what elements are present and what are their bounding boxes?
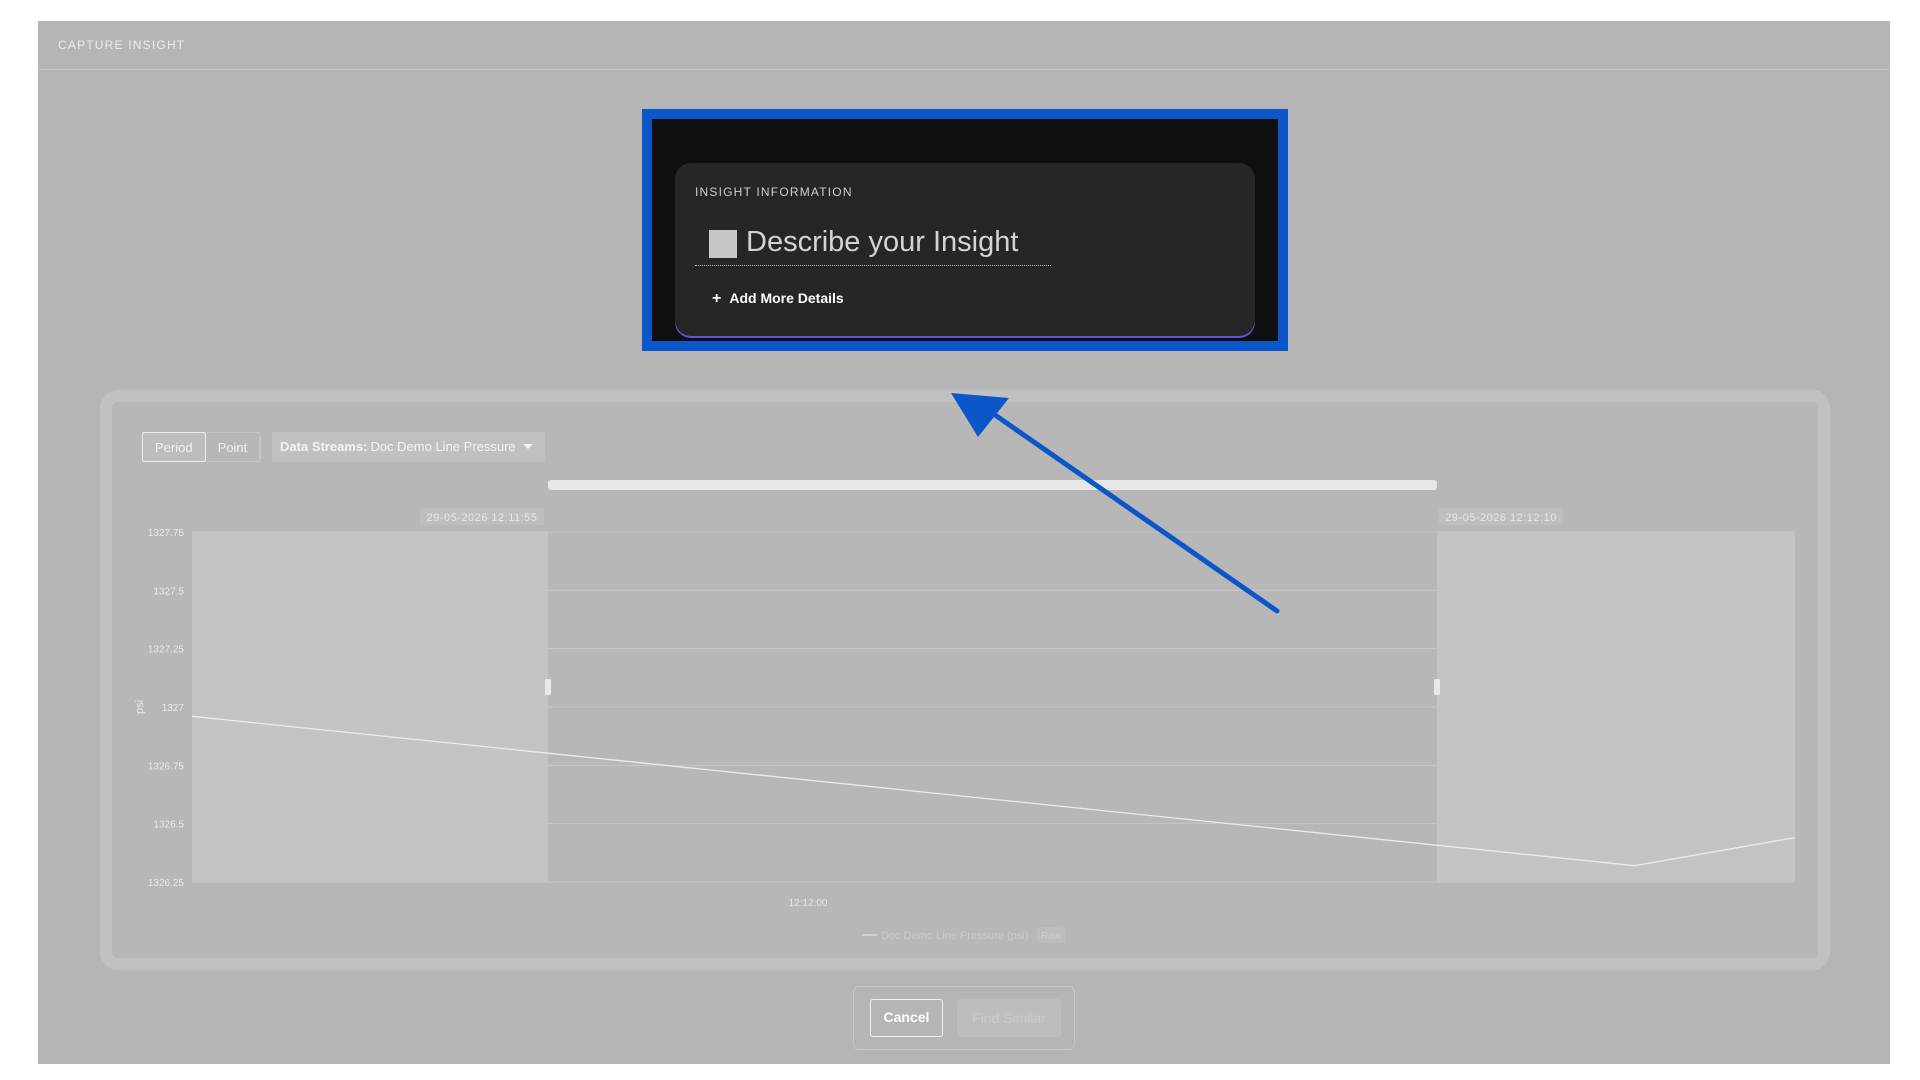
y-tick-label: 1326.75	[148, 761, 185, 772]
legend-series-label: Doc Demo Line Pressure (psi)	[881, 930, 1028, 942]
y-tick-label: 1327	[162, 703, 185, 714]
y-tick-label: 1327.25	[148, 645, 185, 656]
footer-actions: Cancel Find Similar	[853, 986, 1075, 1050]
range-slider-bar	[548, 480, 1437, 490]
selection-end-label: 29-05-2026 12:12:10	[1445, 512, 1557, 524]
legend-badge: Raw	[1041, 931, 1062, 942]
selection-handle-right	[1434, 679, 1440, 695]
cancel-button[interactable]: Cancel	[870, 999, 943, 1037]
y-tick-label: 1326.5	[153, 820, 184, 831]
selection-handle-left	[545, 679, 551, 695]
y-tick-label: 1326.25	[148, 878, 185, 889]
y-axis-label: psi	[134, 700, 146, 714]
excluded-region-right	[1437, 532, 1795, 882]
pressure-chart: 1327.75 1327.5 1327.25 1327 1326.75 1326.5 132…	[134, 480, 1796, 943]
selection-start-label: 29-05-2026 12:11:55	[427, 512, 538, 524]
y-tick-label: 1327.75	[148, 528, 185, 539]
find-similar-button[interactable]: Find Similar	[957, 999, 1061, 1037]
x-tick-label: 12:12:00	[789, 898, 828, 909]
y-tick-label: 1327.5	[153, 586, 184, 597]
excluded-region-left	[192, 532, 548, 882]
